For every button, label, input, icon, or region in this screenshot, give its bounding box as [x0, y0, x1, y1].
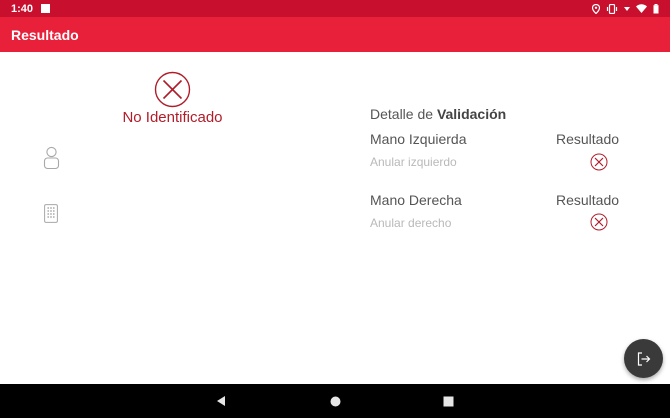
app-bar: Resultado: [0, 17, 670, 52]
validation-title: Detalle de Validación: [370, 106, 506, 122]
home-icon: [330, 396, 340, 406]
exit-button[interactable]: [624, 339, 663, 378]
vibrate-icon: [606, 3, 618, 14]
hand-name-right: Mano Derecha: [370, 192, 462, 208]
finger-name-right: Anular derecho: [370, 216, 452, 230]
page-title: Resultado: [11, 26, 79, 43]
status-bar: 1:40: [0, 0, 670, 17]
circle-x-icon: [590, 153, 608, 171]
status-time: 1:40: [11, 2, 34, 15]
back-button[interactable]: [206, 384, 236, 418]
keypad-icon: [44, 204, 58, 223]
battery-icon: [653, 3, 659, 13]
screen: 1:40 Resultado No Identificado Detalle d…: [0, 0, 670, 418]
validation-title-bold: Validación: [436, 106, 507, 122]
result-header-left: Resultado: [556, 131, 620, 147]
location-icon: [592, 3, 600, 14]
circle-x-icon: [154, 71, 191, 108]
wifi-icon: [636, 4, 647, 13]
back-icon: [217, 396, 225, 406]
finger-name-left: Anular izquierdo: [370, 155, 457, 169]
home-button[interactable]: [320, 384, 350, 418]
signal-icon: [624, 6, 630, 11]
recents-icon: [443, 396, 453, 406]
circle-x-icon: [590, 213, 608, 231]
status-icons: [592, 3, 659, 14]
notification-square-icon: [41, 4, 51, 13]
person-icon: [43, 146, 60, 170]
exit-icon: [637, 351, 650, 366]
navigation-bar: [0, 384, 670, 418]
result-label: No Identificado: [122, 109, 223, 126]
hand-name-left: Mano Izquierda: [370, 131, 467, 147]
validation-title-prefix: Detalle de: [370, 106, 437, 122]
result-header-right: Resultado: [556, 192, 620, 208]
recents-button[interactable]: [433, 384, 463, 418]
